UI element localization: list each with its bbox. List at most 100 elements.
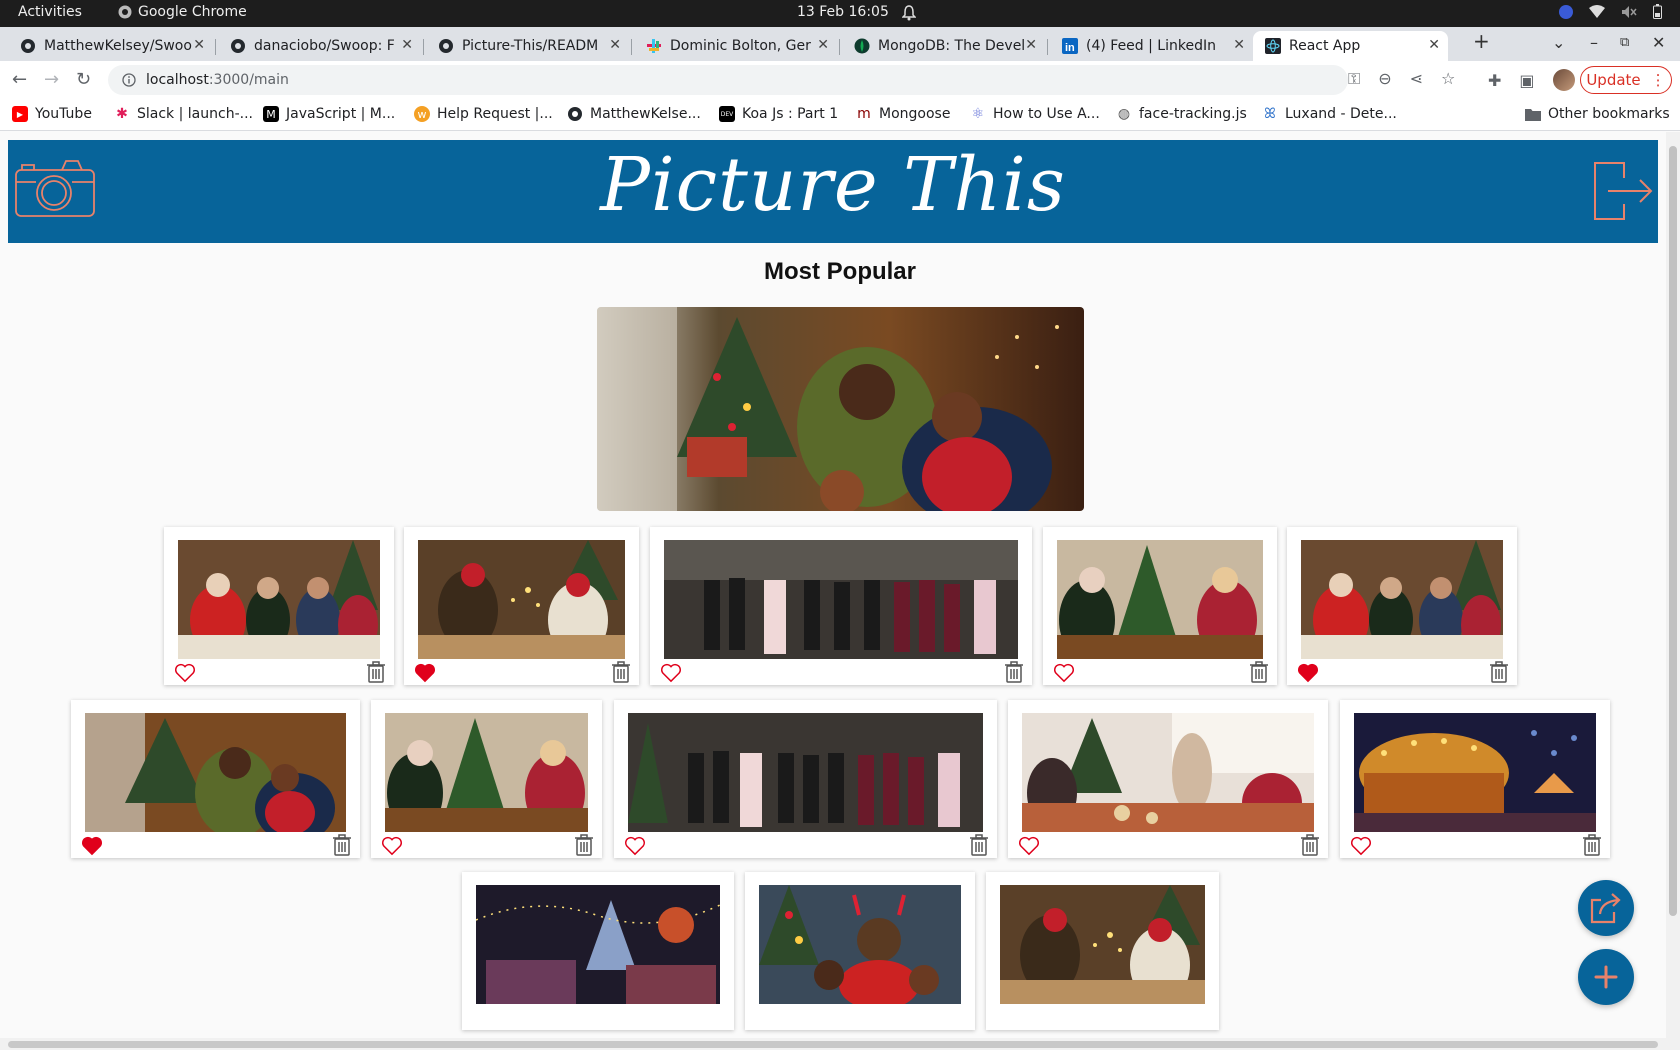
trash-icon[interactable] (1489, 661, 1509, 683)
photo-card[interactable] (986, 872, 1219, 1030)
tab-0[interactable]: MatthewKelsey/Swoo ✕ (8, 31, 213, 61)
app-menu[interactable]: Google Chrome (118, 4, 247, 20)
close-tab-icon[interactable]: ✕ (817, 37, 829, 53)
photo-card[interactable] (614, 700, 997, 858)
side-panel-icon[interactable]: ▣ (1519, 71, 1534, 90)
photo-card[interactable] (462, 872, 734, 1030)
heart-icon-liked[interactable] (1297, 663, 1319, 683)
close-tab-icon[interactable]: ✕ (401, 37, 413, 53)
other-bookmarks[interactable]: Other bookmarks (1525, 106, 1670, 122)
trash-icon[interactable] (574, 834, 594, 856)
photo-card[interactable] (745, 872, 975, 1030)
tab-6-active[interactable]: React App ✕ (1253, 31, 1448, 61)
close-tab-icon[interactable]: ✕ (1233, 37, 1245, 53)
reload-icon[interactable]: ↻ (76, 69, 91, 90)
photo-card[interactable] (71, 700, 360, 858)
extensions-icon[interactable]: ✚ (1488, 71, 1501, 90)
clock[interactable]: 13 Feb 16:05 (797, 4, 889, 20)
photo-thumbnail[interactable] (476, 885, 720, 1004)
zoom-icon[interactable]: ⊖ (1378, 69, 1391, 89)
heart-icon[interactable] (381, 836, 403, 856)
bookmark-help-request[interactable]: w Help Request |... (414, 106, 553, 122)
trash-icon[interactable] (1004, 661, 1024, 683)
trash-icon[interactable] (969, 834, 989, 856)
tab-2[interactable]: Picture-This/READM ✕ (426, 31, 629, 61)
minimize-icon[interactable]: – (1590, 33, 1598, 52)
vertical-scrollbar[interactable] (1666, 132, 1680, 1038)
github-icon (567, 106, 583, 122)
tab-4[interactable]: MongoDB: The Devel ✕ (842, 31, 1045, 61)
trash-icon[interactable] (332, 834, 352, 856)
heart-icon[interactable] (1053, 663, 1075, 683)
photo-thumbnail[interactable] (1022, 713, 1314, 832)
photo-card[interactable] (650, 527, 1032, 685)
tab-3[interactable]: Dominic Bolton, Ger ✕ (634, 31, 837, 61)
close-tab-icon[interactable]: ✕ (1025, 37, 1037, 53)
new-tab-button[interactable]: + (1473, 29, 1490, 53)
heart-icon[interactable] (1018, 836, 1040, 856)
bookmark-github[interactable]: MatthewKelse... (567, 106, 701, 122)
heart-icon[interactable] (174, 663, 196, 683)
photo-card[interactable] (404, 527, 639, 685)
photo-card[interactable] (1043, 527, 1277, 685)
photo-thumbnail[interactable] (1000, 885, 1205, 1004)
close-tab-icon[interactable]: ✕ (609, 37, 621, 53)
logout-icon[interactable] (1592, 160, 1654, 222)
photo-card[interactable] (371, 700, 602, 858)
photo-thumbnail[interactable] (178, 540, 380, 659)
bookmark-youtube[interactable]: ▶ YouTube (12, 106, 92, 122)
update-button[interactable]: Update ⋮ (1580, 66, 1672, 94)
photo-thumbnail[interactable] (664, 540, 1018, 659)
photo-thumbnail[interactable] (418, 540, 625, 659)
add-photo-fab-button[interactable] (1578, 949, 1634, 1005)
forward-icon[interactable]: → (44, 69, 59, 90)
trash-icon[interactable] (366, 661, 386, 683)
profile-avatar[interactable] (1552, 69, 1575, 91)
bookmark-star-icon[interactable]: ☆ (1441, 69, 1455, 89)
address-bar[interactable]: localhost:3000/main (108, 65, 1348, 95)
trash-icon[interactable] (1300, 834, 1320, 856)
trash-icon[interactable] (1249, 661, 1269, 683)
bookmark-slack[interactable]: ✱ Slack | launch-... (114, 106, 253, 122)
photo-card[interactable] (1340, 700, 1610, 858)
back-icon[interactable]: ← (12, 69, 27, 90)
activities-button[interactable]: Activities (18, 4, 82, 20)
share-fab-button[interactable] (1578, 880, 1634, 936)
photo-card[interactable] (1008, 700, 1328, 858)
photo-thumbnail[interactable] (85, 713, 346, 832)
bookmark-how-to-use[interactable]: ⚛ How to Use A... (970, 106, 1100, 122)
trash-icon[interactable] (611, 661, 631, 683)
photo-card[interactable] (164, 527, 394, 685)
heart-icon[interactable] (624, 836, 646, 856)
photo-thumbnail[interactable] (1057, 540, 1263, 659)
hero-photo[interactable] (597, 307, 1084, 511)
close-tab-icon[interactable]: ✕ (193, 37, 205, 53)
bookmark-luxand[interactable]: ꕤ Luxand - Dete... (1262, 106, 1397, 122)
bookmark-face-tracking[interactable]: ◍ face-tracking.js (1116, 106, 1247, 122)
heart-icon-liked[interactable] (81, 836, 103, 856)
photo-thumbnail[interactable] (759, 885, 961, 1004)
bookmark-koa[interactable]: DEV Koa Js : Part 1 (719, 106, 838, 122)
photo-card[interactable] (1287, 527, 1517, 685)
photo-thumbnail[interactable] (628, 713, 983, 832)
heart-icon-liked[interactable] (414, 663, 436, 683)
photo-thumbnail[interactable] (1301, 540, 1503, 659)
system-tray[interactable] (1559, 4, 1662, 19)
photo-thumbnail[interactable] (385, 713, 588, 832)
photo-thumbnail[interactable] (1354, 713, 1596, 832)
tab-search-icon[interactable]: ⌄ (1552, 33, 1565, 52)
restore-icon[interactable]: ⧉ (1620, 35, 1629, 50)
close-tab-icon[interactable]: ✕ (1428, 37, 1440, 53)
bookmark-mongoose[interactable]: m Mongoose (856, 106, 950, 122)
key-icon[interactable]: ⚿ (1348, 69, 1360, 89)
bookmarks-bar: ▶ YouTube ✱ Slack | launch-... M JavaScript… (0, 99, 1680, 131)
tab-1[interactable]: danaciobo/Swoop: F ✕ (218, 31, 421, 61)
horizontal-scrollbar[interactable] (0, 1038, 1680, 1050)
tab-5[interactable]: in (4) Feed | LinkedIn ✕ (1050, 31, 1253, 61)
heart-icon[interactable] (1350, 836, 1372, 856)
heart-icon[interactable] (660, 663, 682, 683)
bookmark-javascript-mdn[interactable]: M JavaScript | M... (263, 106, 395, 122)
share-icon[interactable]: ⋖ (1410, 69, 1423, 89)
close-window-icon[interactable]: ✕ (1652, 33, 1665, 52)
trash-icon[interactable] (1582, 834, 1602, 856)
